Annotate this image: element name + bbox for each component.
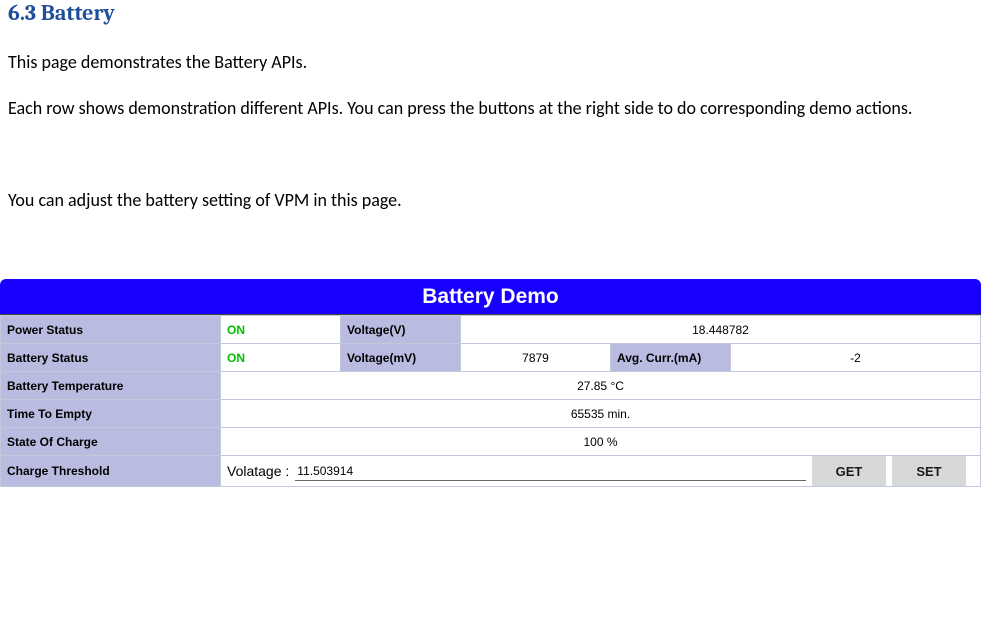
volatage-label: Volatage : xyxy=(227,463,289,479)
battery-table: Power Status ON Voltage(V) 18.448782 Bat… xyxy=(0,315,981,487)
value-avg-curr: -2 xyxy=(731,344,981,372)
intro-paragraph-2: Each row shows demonstration different A… xyxy=(8,90,973,128)
set-button[interactable]: SET xyxy=(892,456,966,486)
table-row: State Of Charge 100 % xyxy=(1,428,981,456)
label-time-to-empty: Time To Empty xyxy=(1,400,221,428)
panel-title: Battery Demo xyxy=(0,279,981,315)
value-voltage-v: 18.448782 xyxy=(461,316,981,344)
value-voltage-mv: 7879 xyxy=(461,344,611,372)
intro-paragraph-3: You can adjust the battery setting of VP… xyxy=(8,182,973,220)
battery-demo-panel: Battery Demo Power Status ON Voltage(V) … xyxy=(0,279,981,487)
value-state-of-charge: 100 % xyxy=(221,428,981,456)
value-time-to-empty: 65535 min. xyxy=(221,400,981,428)
table-row: Battery Temperature 27.85 °C xyxy=(1,372,981,400)
label-state-of-charge: State Of Charge xyxy=(1,428,221,456)
label-charge-threshold: Charge Threshold xyxy=(1,456,221,487)
charge-threshold-cell: Volatage : GET SET xyxy=(221,456,981,487)
label-power-status: Power Status xyxy=(1,316,221,344)
label-battery-status: Battery Status xyxy=(1,344,221,372)
value-power-status: ON xyxy=(221,316,341,344)
value-battery-status: ON xyxy=(221,344,341,372)
threshold-input[interactable] xyxy=(295,462,806,481)
label-avg-curr: Avg. Curr.(mA) xyxy=(611,344,731,372)
label-battery-temp: Battery Temperature xyxy=(1,372,221,400)
table-row: Charge Threshold Volatage : GET SET xyxy=(1,456,981,487)
table-row: Battery Status ON Voltage(mV) 7879 Avg. … xyxy=(1,344,981,372)
label-voltage-mv: Voltage(mV) xyxy=(341,344,461,372)
table-row: Power Status ON Voltage(V) 18.448782 xyxy=(1,316,981,344)
label-voltage-v: Voltage(V) xyxy=(341,316,461,344)
intro-paragraph-1: This page demonstrates the Battery APIs. xyxy=(8,44,973,82)
section-heading: 6.3 Battery xyxy=(8,0,973,26)
value-battery-temp: 27.85 °C xyxy=(221,372,981,400)
get-button[interactable]: GET xyxy=(812,456,886,486)
table-row: Time To Empty 65535 min. xyxy=(1,400,981,428)
